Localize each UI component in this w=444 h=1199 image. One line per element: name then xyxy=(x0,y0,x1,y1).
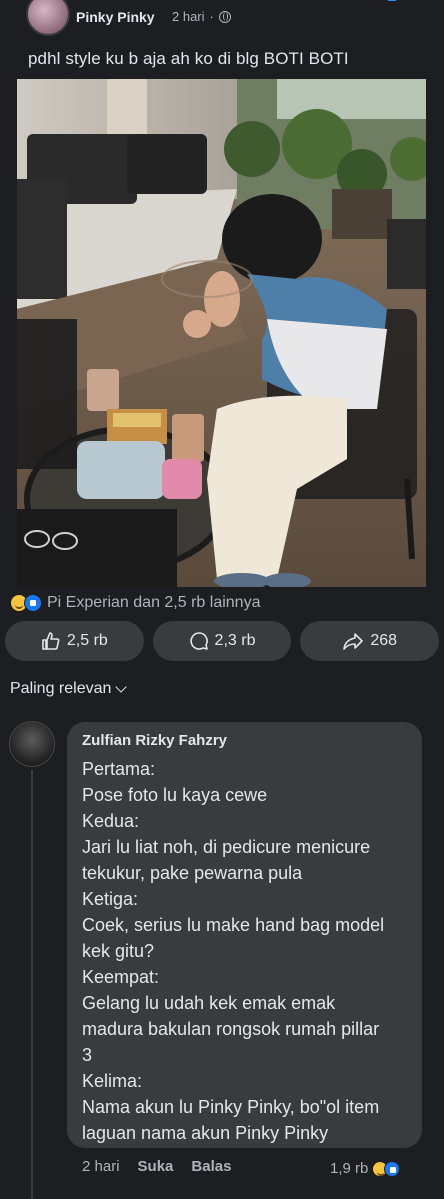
post-caption: pdhl style ku b aja ah ko di blg BOTI BO… xyxy=(28,49,349,68)
comment-line: Kedua: xyxy=(82,811,140,831)
like-icon xyxy=(384,1160,401,1177)
like-button[interactable]: 2,5 rb xyxy=(5,621,144,661)
commenter-name[interactable]: Zulfian Rizky Fahzry xyxy=(82,732,227,749)
comment-line: Pertama: xyxy=(82,759,156,779)
comment-line: tekukur, pake pewarna pula xyxy=(82,863,303,883)
comment-line: Gelang lu udah kek emak emak xyxy=(82,993,336,1013)
post-time[interactable]: 2 hari xyxy=(172,9,205,24)
comment-reaction-count: 1,9 rb xyxy=(330,1160,369,1177)
poster-avatar[interactable] xyxy=(26,0,70,36)
comment-sort-dropdown[interactable]: Paling relevan xyxy=(10,680,128,698)
post-header: Pinky Pinky 2 hari · xyxy=(0,0,444,36)
comment-time[interactable]: 2 hari xyxy=(82,1158,120,1175)
like-icon xyxy=(24,594,42,612)
comment-line: kek gitu? xyxy=(82,941,155,961)
poster-name[interactable]: Pinky Pinky xyxy=(76,9,155,25)
thread-line xyxy=(31,770,33,1199)
share-count: 268 xyxy=(370,632,398,649)
chevron-down-icon xyxy=(115,681,128,693)
like-count: 2,5 rb xyxy=(66,632,108,649)
post-actions: 2,5 rb 2,3 rb 268 xyxy=(5,621,440,661)
comment-line: laguan nama akun Pinky Pinky xyxy=(82,1123,329,1143)
comment-line: Keempat: xyxy=(82,967,160,987)
reactions-text: Pi Experian dan 2,5 rb lainnya xyxy=(47,594,261,611)
comment-line: Nama akun lu Pinky Pinky, bo"ol item xyxy=(82,1097,380,1117)
meta-separator: · xyxy=(209,9,214,24)
comment-line: Kelima: xyxy=(82,1071,143,1091)
globe-icon xyxy=(218,10,231,23)
comment-line: Jari lu liat noh, di pedicure menicure xyxy=(82,837,371,857)
comment-icon xyxy=(189,632,208,650)
thumbs-up-icon xyxy=(42,632,60,650)
comment-button[interactable]: 2,3 rb xyxy=(152,621,292,661)
comment-line: Coek, serius lu make hand bag model xyxy=(82,915,385,935)
comment-like-button[interactable]: Suka xyxy=(138,1158,174,1175)
notification-accent xyxy=(388,0,396,1)
comment-count: 2,3 rb xyxy=(214,632,256,649)
comment-reactions[interactable]: 1,9 rb xyxy=(330,1160,401,1177)
commenter-avatar[interactable] xyxy=(9,721,55,767)
comment-line: Ketiga: xyxy=(82,889,139,909)
comment-line: Pose foto lu kaya cewe xyxy=(82,785,268,805)
sort-label: Paling relevan xyxy=(10,680,112,697)
post-photo[interactable] xyxy=(17,79,426,587)
comment-reply-button[interactable]: Balas xyxy=(191,1158,231,1175)
comment-line: 3 xyxy=(82,1045,93,1065)
comment-line: madura bakulan rongsok rumah pillar xyxy=(82,1019,380,1039)
photo-illustration xyxy=(17,79,426,587)
post-reactions[interactable]: Pi Experian dan 2,5 rb lainnya xyxy=(10,594,260,612)
comment-footer: 2 hari Suka Balas xyxy=(82,1158,231,1175)
comment-text: Pertama: Pose foto lu kaya cewe Kedua: J… xyxy=(82,756,412,1146)
share-arrow-icon xyxy=(343,633,364,650)
share-button[interactable]: 268 xyxy=(300,621,440,661)
post-meta: 2 hari · xyxy=(172,9,231,24)
